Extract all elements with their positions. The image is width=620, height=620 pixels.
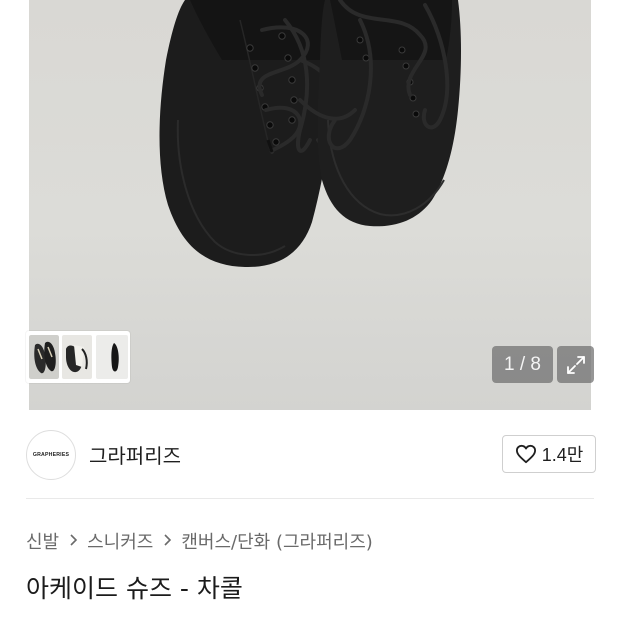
breadcrumb-item-canvas[interactable]: 캔버스/단화 (그라퍼리즈): [181, 528, 372, 554]
image-counter: 1 / 8: [492, 346, 553, 383]
expand-button[interactable]: [557, 346, 594, 383]
right-shoe: [298, 0, 461, 227]
thumbnail-3[interactable]: [96, 335, 128, 379]
thumbnail-1[interactable]: [27, 333, 61, 381]
thumbnail-2[interactable]: [62, 335, 92, 379]
product-title: 아케이드 슈즈 - 차콜: [26, 574, 243, 603]
chevron-right-icon: [163, 532, 172, 551]
breadcrumb-item-shoes[interactable]: 신발: [26, 528, 59, 554]
heart-outline-icon: [515, 444, 536, 464]
thumbnail-strip: [26, 331, 130, 383]
product-image-gallery[interactable]: › 1 / 8: [0, 0, 620, 410]
expand-icon: [566, 355, 585, 374]
breadcrumb: 신발 스니커즈 캔버스/단화 (그라퍼리즈): [26, 528, 373, 554]
chevron-right-icon: [69, 532, 78, 551]
like-button[interactable]: 1.4만: [502, 435, 596, 473]
brand-name[interactable]: 그라퍼리즈: [89, 440, 181, 469]
divider: [26, 498, 594, 499]
brand-logo-text: GRAPHERIES: [32, 452, 70, 458]
breadcrumb-item-sneakers[interactable]: 스니커즈: [87, 528, 153, 554]
like-count: 1.4만: [541, 445, 584, 465]
brand-logo[interactable]: GRAPHERIES: [26, 430, 76, 480]
